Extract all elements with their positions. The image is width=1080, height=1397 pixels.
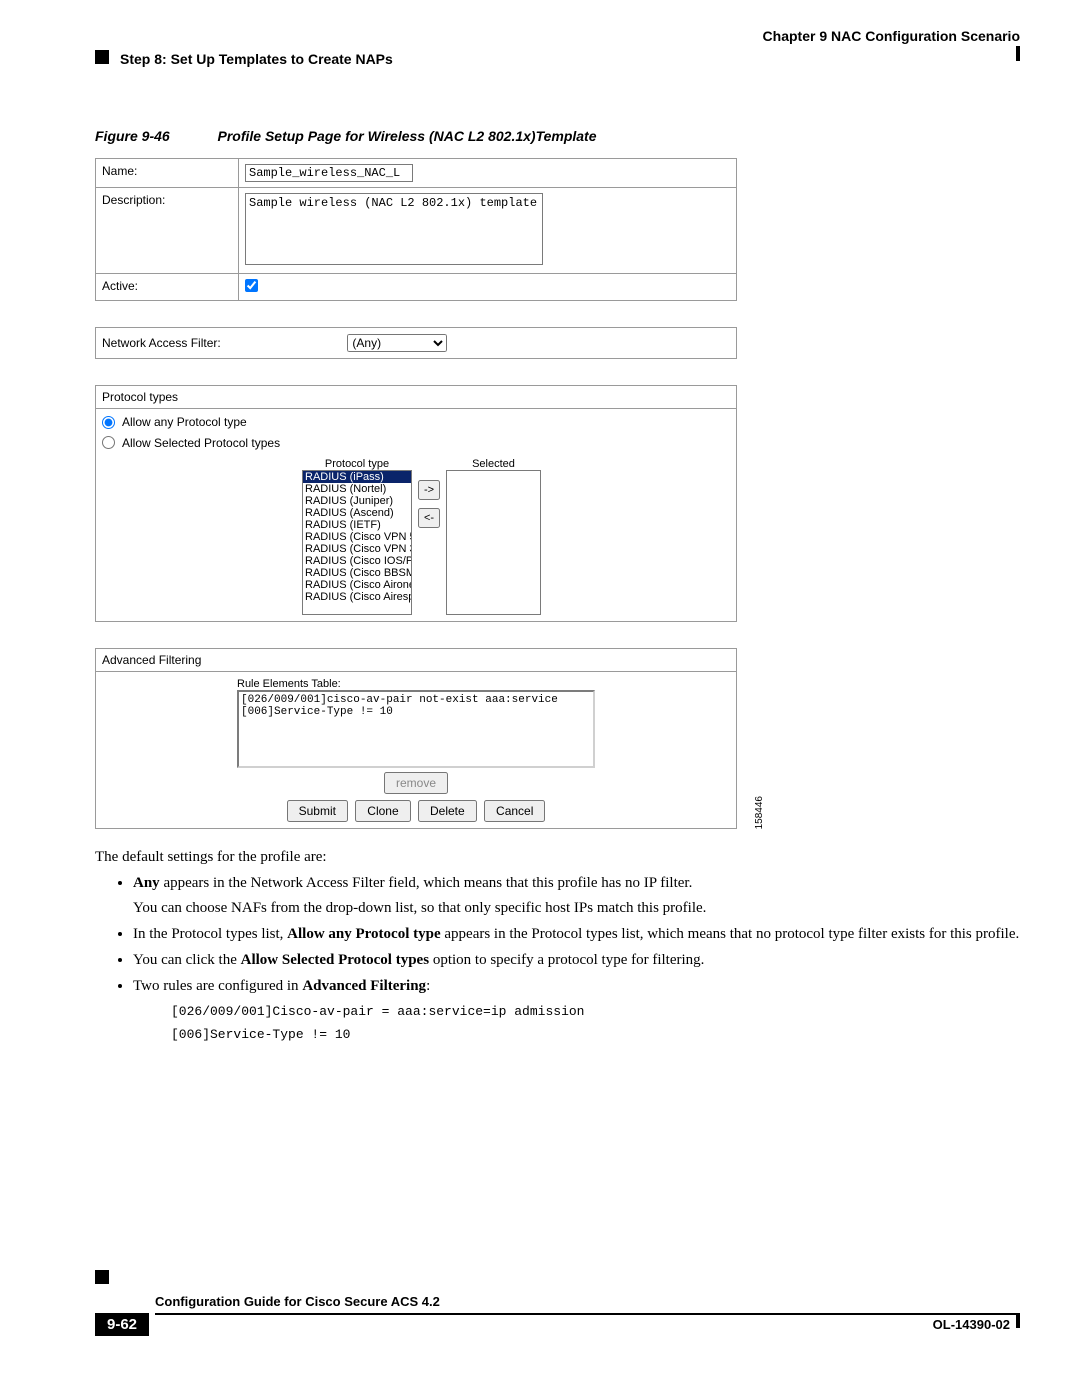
submit-button[interactable]: Submit [287,800,348,822]
protocol-types-section: Protocol types Allow any Protocol type A… [95,385,737,622]
list-item[interactable]: RADIUS (Nortel) [303,483,411,495]
description-textarea[interactable]: Sample wireless (NAC L2 802.1x) template [245,193,543,265]
selected-listbox[interactable] [446,470,541,615]
list-item[interactable]: RADIUS (Cisco VPN 3000) [303,543,411,555]
radio-selected[interactable] [102,436,115,449]
selected-col-header: Selected [446,458,541,470]
active-label: Active: [96,274,239,301]
radio-any[interactable] [102,416,115,429]
body-text: The default settings for the profile are… [95,847,1020,1044]
header-rule-tick [1016,46,1020,61]
advanced-filtering-header: Advanced Filtering [96,649,737,672]
list-item[interactable]: RADIUS (Cisco Aironet) [303,579,411,591]
body-intro: The default settings for the profile are… [95,847,1020,867]
chapter-label: Chapter 9 NAC Configuration Scenario [763,28,1020,44]
step-label: Step 8: Set Up Templates to Create NAPs [120,51,393,67]
list-item[interactable]: RADIUS (Cisco IOS/PIX 6) [303,555,411,567]
remove-button[interactable]: remove [384,772,448,794]
list-item[interactable]: RADIUS (IETF) [303,519,411,531]
code-line-2: [006]Service-Type != 10 [171,1026,1020,1044]
bullet-proto: In the Protocol types list, Allow any Pr… [133,924,1020,944]
profile-setup-table: Name: Description: Sample wireless (NAC … [95,158,737,301]
figure-title: Profile Setup Page for Wireless (NAC L2 … [217,128,596,144]
rule-elements-title: Rule Elements Table: [237,678,595,690]
figure-id: 158446 [754,796,765,829]
guide-title: Configuration Guide for Cisco Secure ACS… [155,1294,1020,1309]
footer-rule [155,1313,1020,1315]
naf-dropdown[interactable]: (Any) [347,334,447,352]
doc-id: OL-14390-02 [933,1317,1010,1332]
cancel-button[interactable]: Cancel [484,800,545,822]
list-item[interactable]: RADIUS (Cisco BBSM) [303,567,411,579]
bullet-any: Any appears in the Network Access Filter… [133,873,1020,918]
footer-tick [1016,1313,1020,1328]
radio-any-label[interactable]: Allow any Protocol type [102,415,247,429]
decorative-square-bottom [95,1270,109,1284]
name-input[interactable] [245,164,413,182]
list-item[interactable]: RADIUS (Ascend) [303,507,411,519]
list-item[interactable]: RADIUS (Juniper) [303,495,411,507]
protocol-type-col-header: Protocol type [302,458,412,470]
bullet-allow-selected: You can click the Allow Selected Protoco… [133,950,1020,970]
page-number: 9-62 [95,1313,149,1336]
naf-label: Network Access Filter: [102,336,221,350]
code-line-1: [026/009/001]Cisco-av-pair = aaa:service… [171,1003,1020,1021]
bullet-two-rules: Two rules are configured in Advanced Fil… [133,976,1020,1043]
radio-selected-text: Allow Selected Protocol types [122,436,280,450]
protocol-type-listbox[interactable]: RADIUS (iPass) RADIUS (Nortel) RADIUS (J… [302,470,412,615]
advanced-filtering-section: Advanced Filtering Rule Elements Table: … [95,648,737,829]
move-left-button[interactable]: <- [418,508,440,528]
radio-any-text: Allow any Protocol type [122,415,247,429]
list-item[interactable]: RADIUS (iPass) [303,471,411,483]
description-label: Description: [96,188,239,274]
naf-table: Network Access Filter: (Any) [95,327,737,359]
list-item[interactable]: RADIUS (Cisco Airespace) [303,591,411,603]
delete-button[interactable]: Delete [418,800,477,822]
clone-button[interactable]: Clone [355,800,410,822]
radio-selected-label[interactable]: Allow Selected Protocol types [102,436,280,450]
move-right-button[interactable]: -> [418,480,440,500]
rule-row[interactable]: [026/009/001]cisco-av-pair not-exist aaa… [241,694,591,706]
page-footer: Configuration Guide for Cisco Secure ACS… [95,1294,1020,1337]
figure-number: Figure 9-46 [95,128,170,144]
active-checkbox[interactable] [245,279,258,292]
list-item[interactable]: RADIUS (Cisco VPN 5000) [303,531,411,543]
rule-row[interactable]: [006]Service-Type != 10 [241,706,591,718]
figure-screenshot: Name: Description: Sample wireless (NAC … [95,158,745,829]
protocol-types-header: Protocol types [96,386,737,409]
name-label: Name: [96,159,239,188]
bullet-any-sub: You can choose NAFs from the drop-down l… [133,898,1020,918]
rule-elements-listbox[interactable]: [026/009/001]cisco-av-pair not-exist aaa… [237,690,595,768]
